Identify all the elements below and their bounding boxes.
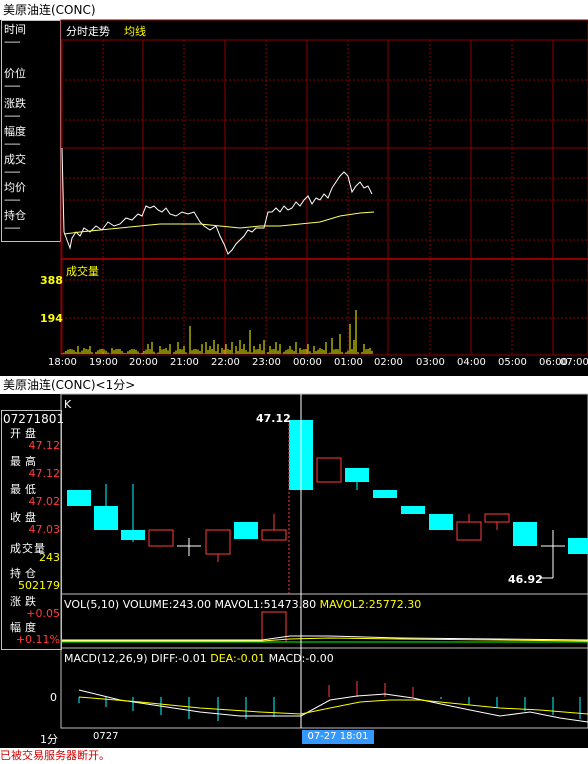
candle-body <box>261 529 287 541</box>
status-text: 已被交易服务器断开。 <box>0 749 110 762</box>
macd-header-dea: DEA:-0.01 <box>210 652 266 665</box>
low-marker: 46.92 <box>508 573 543 586</box>
macd-pane <box>78 681 588 723</box>
candle-body <box>456 521 482 541</box>
candle-body <box>234 522 258 539</box>
macd-zero-label: 0 <box>50 691 57 704</box>
kline-k-label: K <box>64 398 72 411</box>
macd-header: MACD(12,26,9) DIFF:-0.01 DEA:-0.01 MACD:… <box>64 652 334 665</box>
candle-body <box>484 513 510 523</box>
candle-body <box>316 457 342 483</box>
status-bar: 已被交易服务器断开。 <box>0 748 588 764</box>
macd-header-name: MACD(12,26,9) <box>64 652 148 665</box>
candle-body <box>205 529 231 555</box>
vol-header-main: VOL(5,10) VOLUME:243.00 <box>64 598 211 611</box>
kline-volume-pane <box>62 611 588 643</box>
candle-body <box>121 530 145 540</box>
candle-body <box>67 490 91 506</box>
candle-body <box>345 468 369 482</box>
candle-body <box>94 506 118 530</box>
candle-body <box>513 522 537 546</box>
candle-body <box>568 538 588 554</box>
vol-header-mavol1: MAVOL1:51473.80 <box>214 598 317 611</box>
candle-body <box>148 529 174 547</box>
candle-body <box>401 506 425 514</box>
kline-frame <box>60 393 588 729</box>
vol-header-mavol2: MAVOL2:25772.30 <box>319 598 422 611</box>
kline-grid <box>60 393 588 729</box>
period-label[interactable]: 1分 <box>40 731 58 747</box>
macd-header-macd: MACD:-0.00 <box>268 652 334 665</box>
kline-chart-svg <box>60 393 588 729</box>
candles <box>67 420 588 579</box>
diff-line <box>78 689 588 723</box>
vol-header: VOL(5,10) VOLUME:243.00 MAVOL1:51473.80 … <box>64 598 421 611</box>
high-marker: 47.12 <box>256 412 291 425</box>
candle-body <box>373 490 397 498</box>
cursor-date-label: 07-27 18:01 <box>302 730 374 744</box>
date-label-left: 0727 <box>93 731 119 742</box>
macd-header-diff: DIFF:-0.01 <box>151 652 207 665</box>
candle-body <box>429 514 453 530</box>
